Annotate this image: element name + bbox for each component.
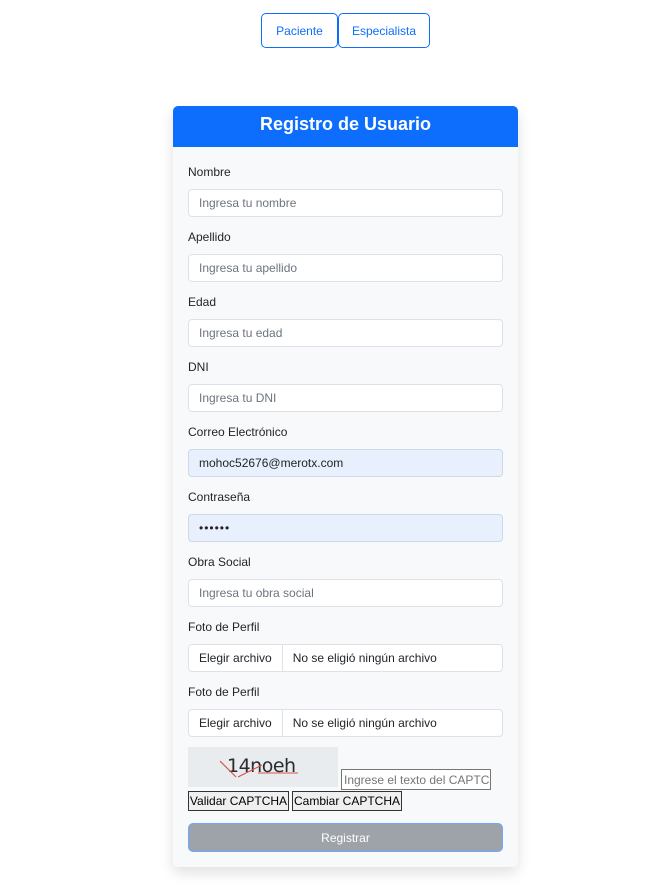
dni-label: DNI [188,360,209,374]
form-title: Registro de Usuario [173,106,518,147]
nombre-group: Nombre Ingresa tu nombre [188,164,503,217]
apellido-input[interactable]: Ingresa tu apellido [188,254,503,282]
contrasena-label: Contraseña [188,490,251,504]
nombre-label: Nombre [188,165,231,179]
dni-group: DNI Ingresa tu DNI [188,359,503,412]
obra-social-group: Obra Social Ingresa tu obra social [188,554,503,607]
foto-perfil-2-input[interactable]: Elegir archivo No se eligió ningún archi… [188,709,503,737]
captcha-image: 14noeh [188,747,338,787]
dni-input[interactable]: Ingresa tu DNI [188,384,503,412]
password-field[interactable]: •••••• [188,514,503,542]
register-button[interactable]: Registrar [188,823,503,852]
email-field[interactable]: mohoc52676@merotx.com [188,449,503,477]
nombre-input[interactable]: Ingresa tu nombre [188,189,503,217]
edad-group: Edad Ingresa tu edad [188,294,503,347]
file-status: No se eligió ningún archivo [292,651,437,665]
foto-perfil-2-group: Foto de Perfil Elegir archivo No se elig… [188,684,503,737]
file-status: No se eligió ningún archivo [292,716,437,730]
obra-social-input[interactable]: Ingresa tu obra social [188,579,503,607]
change-captcha-button[interactable]: Cambiar CAPTCHA [292,791,402,811]
apellido-label: Apellido [188,230,231,244]
captcha-input[interactable]: Ingrese el texto del CAPTCHA [341,769,491,790]
apellido-group: Apellido Ingresa tu apellido [188,229,503,282]
validate-captcha-button[interactable]: Validar CAPTCHA [188,791,289,811]
foto-perfil-1-label: Foto de Perfil [188,620,260,634]
role-switch: Paciente Especialista [261,13,430,48]
correo-group: Correo Electrónico mohoc52676@merotx.com [188,424,503,477]
contrasena-group: Contraseña •••••• [188,489,503,542]
especialista-button[interactable]: Especialista [338,13,430,48]
edad-label: Edad [188,295,217,309]
foto-perfil-1-group: Foto de Perfil Elegir archivo No se elig… [188,619,503,672]
edad-input[interactable]: Ingresa tu edad [188,319,503,347]
choose-file-button[interactable]: Elegir archivo [189,645,283,671]
correo-label: Correo Electrónico [188,425,288,439]
foto-perfil-1-input[interactable]: Elegir archivo No se eligió ningún archi… [188,644,503,672]
choose-file-button[interactable]: Elegir archivo [189,710,283,736]
foto-perfil-2-label: Foto de Perfil [188,685,260,699]
registration-card: Registro de Usuario Nombre Ingresa tu no… [173,106,518,867]
paciente-button[interactable]: Paciente [261,13,338,48]
obra-social-label: Obra Social [188,555,251,569]
